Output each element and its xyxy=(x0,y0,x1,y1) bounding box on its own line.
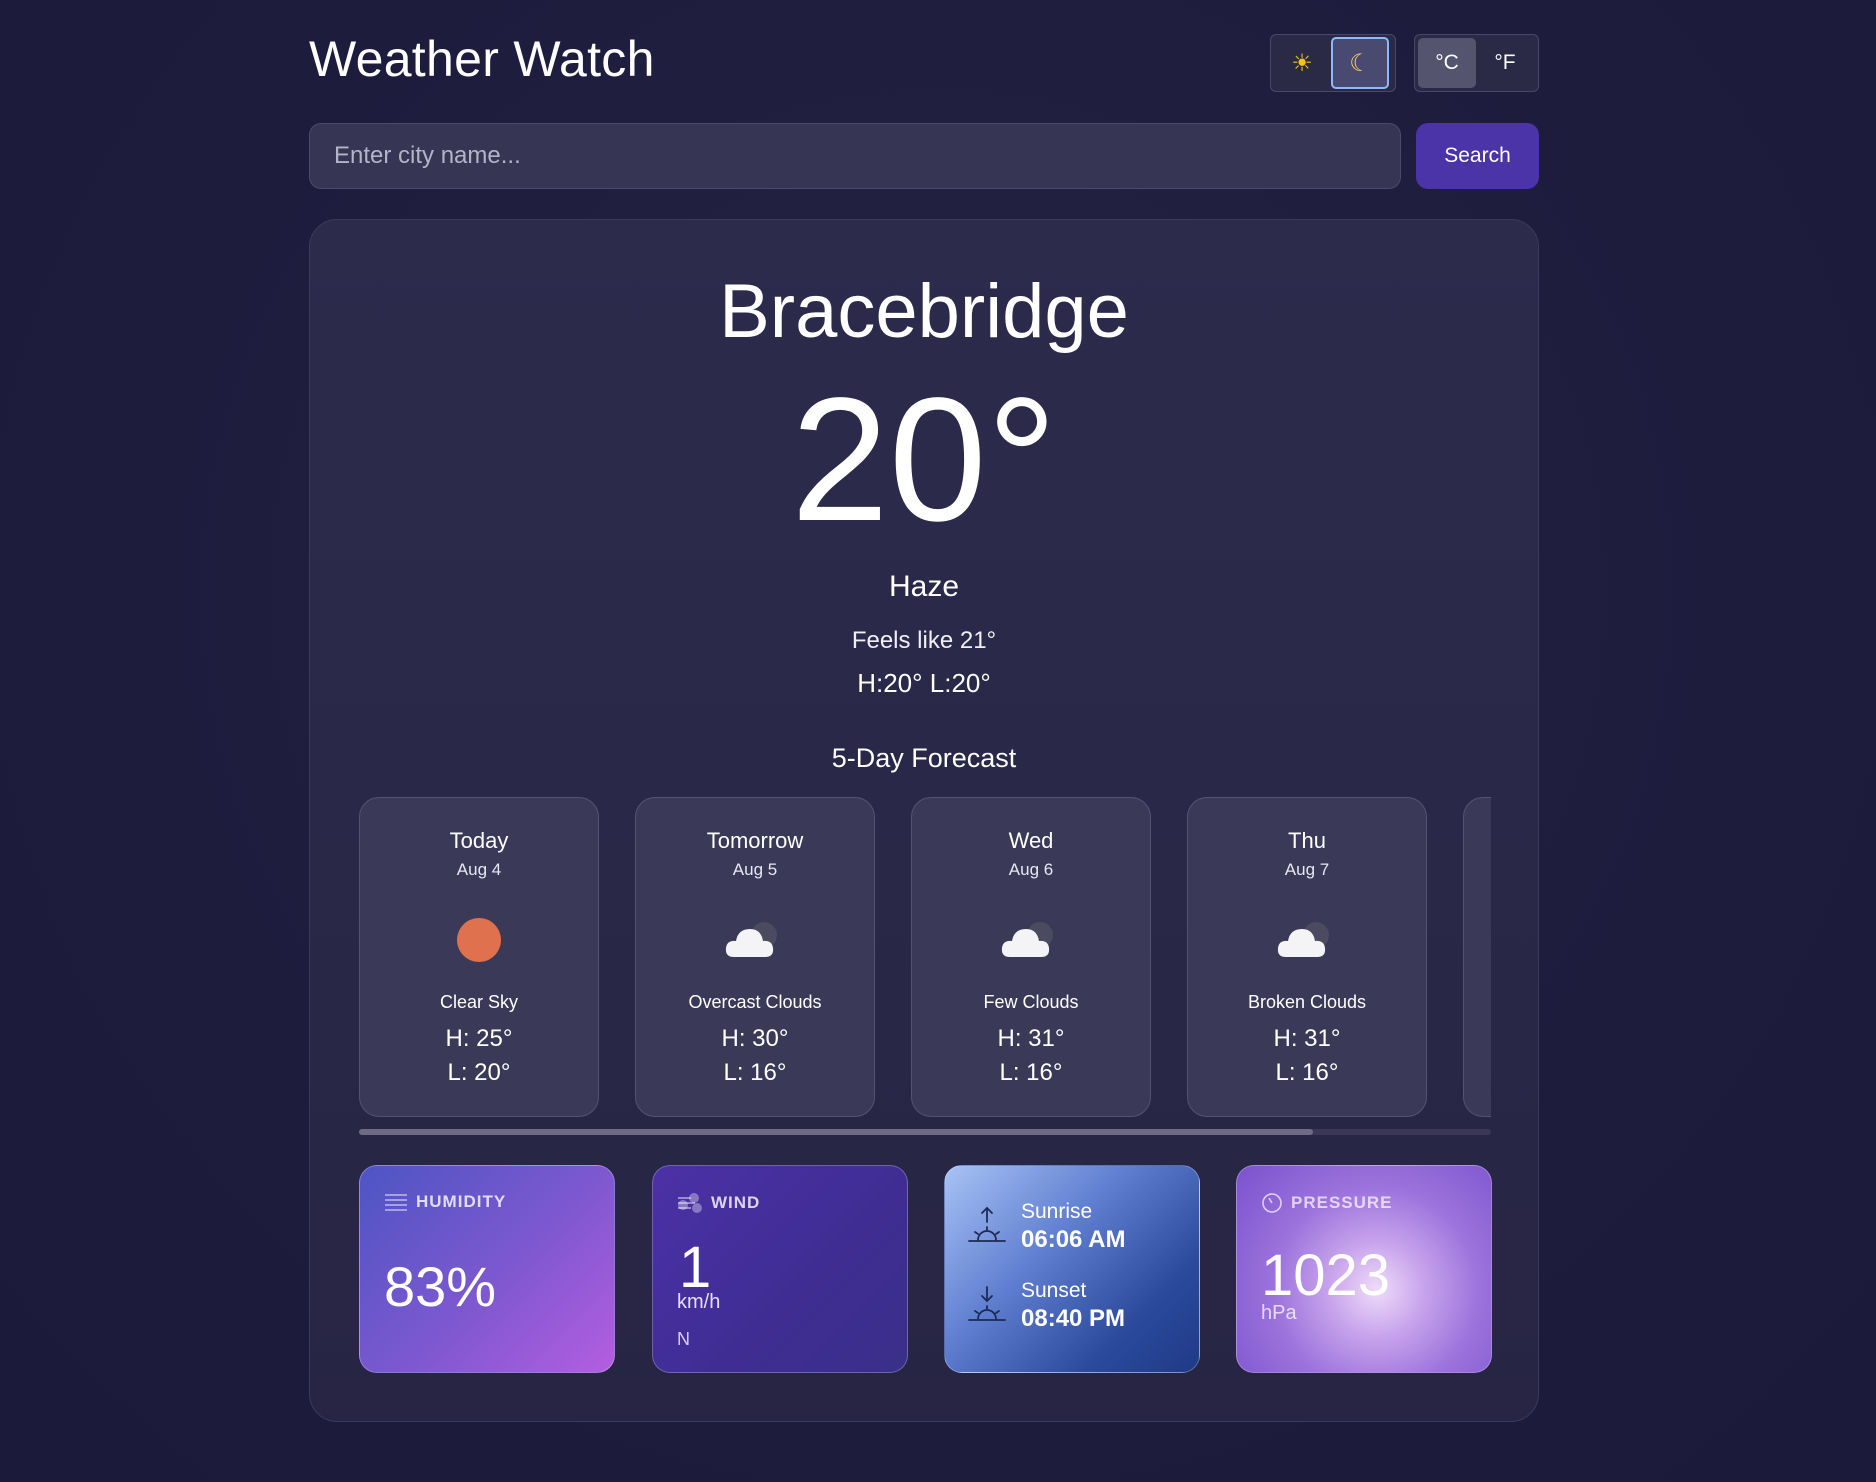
wind-direction: N xyxy=(677,1329,690,1349)
forecast-high: H: 30° xyxy=(721,1025,789,1052)
forecast-low: L: 16° xyxy=(999,1059,1063,1086)
sunset-icon xyxy=(968,1286,1006,1321)
pressure-tile: PRESSURE 1023 hPa xyxy=(1236,1165,1492,1373)
humidity-value: 83% xyxy=(384,1255,497,1318)
humidity-label: HUMIDITY xyxy=(416,1192,507,1211)
pressure-unit: hPa xyxy=(1261,1302,1297,1324)
forecast-description: Few Clouds xyxy=(983,992,1079,1012)
forecast-description: Clear Sky xyxy=(439,992,519,1012)
forecast-description: Overcast Clouds xyxy=(688,992,822,1012)
cloud-icon xyxy=(725,922,777,957)
humidity-icon xyxy=(385,1194,407,1211)
forecast-high: H: 31° xyxy=(1273,1025,1341,1052)
cloud-icon xyxy=(1001,922,1053,957)
forecast-day: Today xyxy=(449,828,509,853)
sunset-time: 08:40 PM xyxy=(1021,1305,1126,1332)
pressure-label: PRESSURE xyxy=(1291,1193,1393,1212)
city-search-input[interactable] xyxy=(309,123,1401,189)
wind-tile: WIND 1 km/h N xyxy=(652,1165,908,1373)
sunrise-icon xyxy=(968,1206,1006,1242)
forecast-date: Aug 7 xyxy=(1284,860,1330,879)
search-button[interactable]: Search xyxy=(1416,123,1539,189)
forecast-low: L: 20° xyxy=(447,1059,511,1086)
forecast-day: Thu xyxy=(1288,828,1326,853)
sunset-label: Sunset xyxy=(1021,1279,1087,1302)
forecast-card-partial xyxy=(1463,797,1491,1117)
forecast-title: 5-Day Forecast xyxy=(831,743,1017,773)
wind-icon xyxy=(678,1193,702,1213)
sun-icon xyxy=(457,918,501,962)
theme-toggle: ☀ ☾ xyxy=(1270,34,1396,92)
forecast-high: H: 31° xyxy=(997,1025,1065,1052)
current-condition: Haze xyxy=(888,570,960,603)
forecast-high: H: 25° xyxy=(445,1025,513,1052)
moon-icon: ☾ xyxy=(1349,49,1371,77)
sun-icon: ☀ xyxy=(1291,49,1313,77)
weather-card: Bracebridge 20° Haze Feels like 21° H:20… xyxy=(309,219,1539,1422)
celsius-button[interactable]: °C xyxy=(1418,38,1476,88)
high-low: H:20° L:20° xyxy=(857,668,991,698)
forecast-card-tomorrow: Tomorrow Aug 5 Overcast Clouds H: 30° L:… xyxy=(635,797,875,1117)
forecast-low: L: 16° xyxy=(723,1059,787,1086)
humidity-tile: HUMIDITY 83% xyxy=(359,1165,615,1373)
fahrenheit-button[interactable]: °F xyxy=(1476,38,1534,88)
sunset-row: Sunset 08:40 PM xyxy=(967,1279,1125,1333)
forecast-scrollbar-thumb[interactable] xyxy=(359,1129,1313,1135)
sun-times-tile: Sunrise 06:06 AM Sunset 08:40 PM xyxy=(944,1165,1200,1373)
app-title: Weather Watch xyxy=(309,31,655,87)
forecast-card-today: Today Aug 4 Clear Sky H: 25° L: 20° xyxy=(359,797,599,1117)
forecast-day: Wed xyxy=(1008,828,1054,853)
gauge-icon xyxy=(1262,1193,1282,1213)
forecast-card-wed: Wed Aug 6 Few Clouds H: 31° L: 16° xyxy=(911,797,1151,1117)
feels-like: Feels like 21° xyxy=(851,627,997,654)
forecast-scrollbar[interactable] xyxy=(359,1129,1491,1135)
forecast-date: Aug 5 xyxy=(732,860,778,879)
pressure-value: 1023 xyxy=(1261,1243,1391,1308)
forecast-description: Broken Clouds xyxy=(1247,992,1367,1012)
sunrise-row: Sunrise 06:06 AM xyxy=(967,1200,1125,1254)
dark-theme-button[interactable]: ☾ xyxy=(1331,37,1389,89)
forecast-date: Aug 4 xyxy=(456,860,502,879)
sunrise-time: 06:06 AM xyxy=(1021,1226,1126,1253)
wind-unit: km/h xyxy=(677,1291,721,1313)
forecast-card-thu: Thu Aug 7 Broken Clouds H: 31° L: 16° xyxy=(1187,797,1427,1117)
city-name: Bracebridge xyxy=(719,269,1129,354)
cloud-icon xyxy=(1277,922,1329,957)
unit-toggle: °C °F xyxy=(1414,34,1539,92)
current-temperature: 20° xyxy=(790,362,1058,558)
sunrise-label: Sunrise xyxy=(1021,1200,1093,1223)
forecast-date: Aug 6 xyxy=(1008,860,1054,879)
forecast-low: L: 16° xyxy=(1275,1059,1339,1086)
wind-label: WIND xyxy=(711,1193,761,1212)
forecast-strip[interactable]: Today Aug 4 Clear Sky H: 25° L: 20° Tomo… xyxy=(359,797,1491,1117)
light-theme-button[interactable]: ☀ xyxy=(1273,37,1331,89)
weather-app: Weather Watch ☀ ☾ °C °F Search Bracebrid… xyxy=(0,0,1876,1482)
forecast-day: Tomorrow xyxy=(706,828,804,853)
